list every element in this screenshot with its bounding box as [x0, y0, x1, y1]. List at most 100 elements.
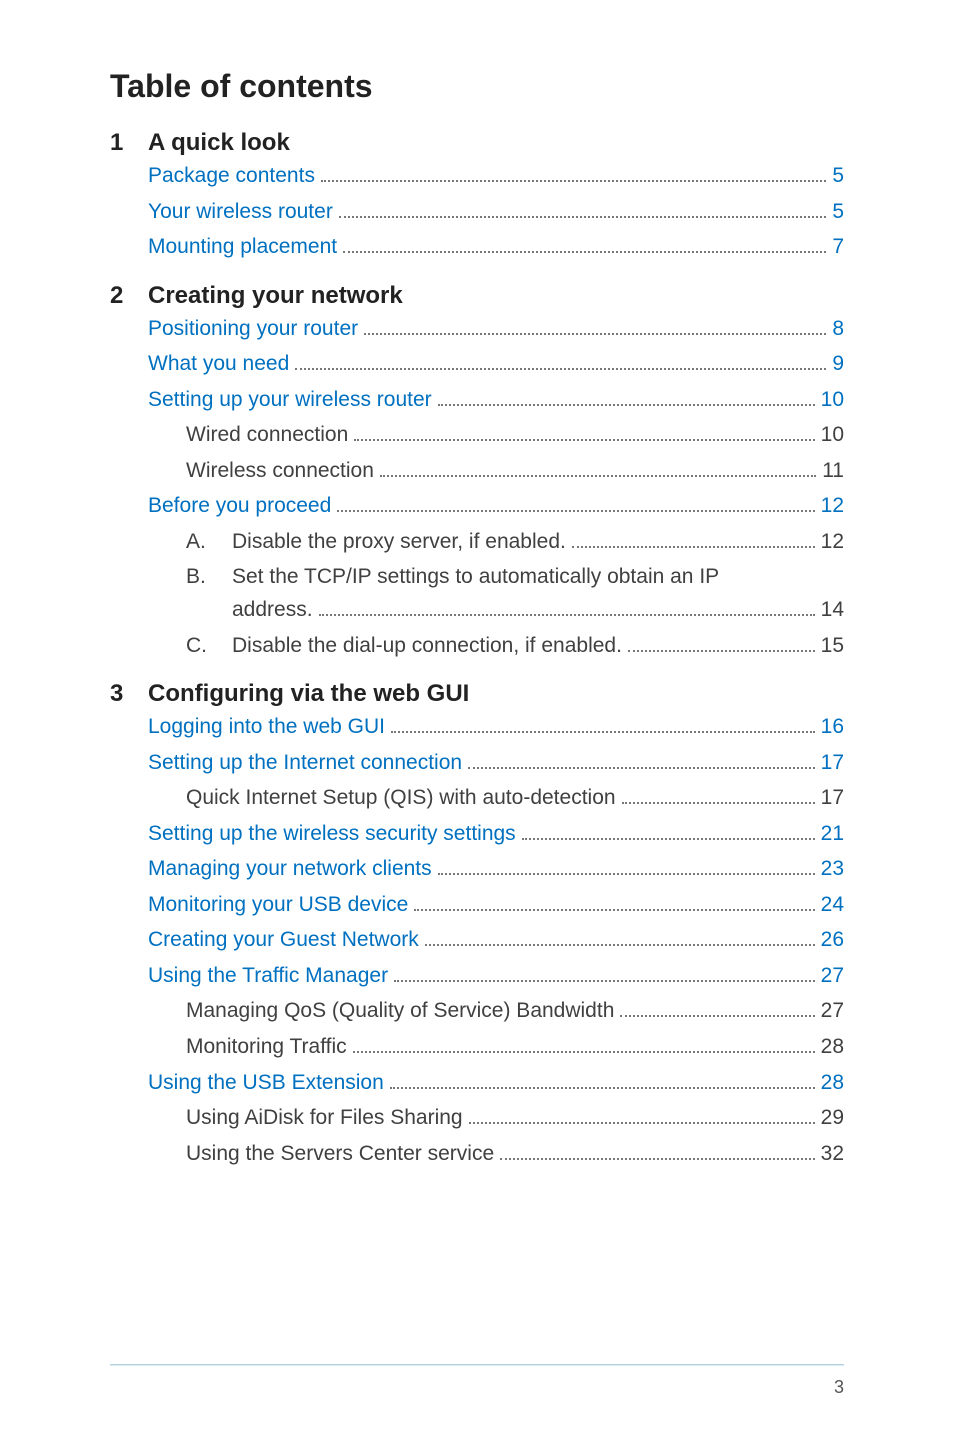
toc-label: Monitoring Traffic: [186, 1031, 347, 1064]
toc-page-number: 14: [821, 594, 844, 627]
toc-entry[interactable]: Monitoring your USB device 24: [110, 889, 844, 922]
toc-label: Disable the proxy server, if enabled.: [232, 526, 566, 559]
toc-leader-dots: [339, 215, 827, 218]
toc-page-number: 12: [821, 490, 844, 523]
toc-page-number: 28: [821, 1031, 844, 1064]
toc-page-number: 17: [821, 782, 844, 815]
toc-label: Using the Traffic Manager: [148, 960, 388, 993]
toc-label: Disable the dial-up connection, if enabl…: [232, 630, 622, 663]
toc-entry: Using AiDisk for Files Sharing 29: [110, 1102, 844, 1135]
toc-page-number: 27: [821, 995, 844, 1028]
toc-leader-dots: [622, 801, 815, 804]
toc-entry: Quick Internet Setup (QIS) with auto-det…: [110, 782, 844, 815]
toc-page-number: 11: [822, 455, 844, 488]
toc-page-number: 29: [821, 1102, 844, 1135]
toc-leader-dots: [364, 332, 826, 335]
toc-page-number: 24: [821, 889, 844, 922]
toc-leader-dots: [628, 649, 815, 652]
toc-entry[interactable]: Mounting placement 7: [110, 231, 844, 264]
toc-page-number: 21: [821, 818, 844, 851]
toc-label: Before you proceed: [148, 490, 331, 523]
toc-entry[interactable]: What you need9: [110, 348, 844, 381]
toc-label: Package contents: [148, 160, 315, 193]
toc-leader-dots: [394, 979, 815, 982]
toc-entry: Wired connection10: [110, 419, 844, 452]
toc-leader-dots: [353, 1050, 815, 1053]
toc-leader-dots: [391, 730, 815, 733]
toc-letter: A.: [186, 526, 232, 559]
toc-label: Quick Internet Setup (QIS) with auto-det…: [186, 782, 616, 815]
toc-entry: Wireless connection 11: [110, 455, 844, 488]
toc-leader-dots: [414, 908, 814, 911]
chapter-number: 2: [110, 282, 148, 310]
chapter-title: Configuring via the web GUI: [148, 680, 469, 708]
toc-label: Managing your network clients: [148, 853, 432, 886]
toc-leader-dots: [343, 250, 826, 253]
toc-letter: C.: [186, 630, 232, 663]
toc-page-number: 10: [821, 419, 844, 452]
toc-page-number: 32: [821, 1138, 844, 1171]
toc-leader-dots: [469, 1121, 815, 1124]
footer-rule: [110, 1364, 844, 1366]
toc-label: Using AiDisk for Files Sharing: [186, 1102, 463, 1135]
toc-entry[interactable]: Before you proceed 12: [110, 490, 844, 523]
toc-leader-dots: [438, 403, 815, 406]
toc-leader-dots: [390, 1086, 815, 1089]
toc-label: Setting up the Internet connection: [148, 747, 462, 780]
toc-label: Your wireless router: [148, 196, 333, 229]
toc-page-number: 28: [821, 1067, 844, 1100]
toc-leader-dots: [319, 613, 815, 616]
toc-label: What you need: [148, 348, 289, 381]
toc-entry: Monitoring Traffic 28: [110, 1031, 844, 1064]
toc-entry[interactable]: Using the Traffic Manager27: [110, 960, 844, 993]
toc-entry[interactable]: Positioning your router 8: [110, 313, 844, 346]
toc-label: Monitoring your USB device: [148, 889, 408, 922]
toc-entry[interactable]: Using the USB Extension 28: [110, 1067, 844, 1100]
toc-page-number: 5: [832, 196, 844, 229]
toc-page-number: 15: [821, 630, 844, 663]
toc-letter-spacer: [186, 594, 232, 627]
toc-leader-dots: [295, 367, 826, 370]
toc-page-number: 16: [821, 711, 844, 744]
toc-entry[interactable]: Your wireless router 5: [110, 196, 844, 229]
toc-entry[interactable]: Setting up the wireless security setting…: [110, 818, 844, 851]
toc-entry[interactable]: Creating your Guest Network 26: [110, 924, 844, 957]
toc-entry[interactable]: Setting up the Internet connection 17: [110, 747, 844, 780]
chapter-title: A quick look: [148, 129, 290, 157]
toc-label: Wireless connection: [186, 455, 374, 488]
toc-leader-dots: [522, 837, 815, 840]
toc-entry: C.Disable the dial-up connection, if ena…: [110, 630, 844, 663]
toc-entry[interactable]: Managing your network clients 23: [110, 853, 844, 886]
toc-label: Using the USB Extension: [148, 1067, 384, 1100]
toc-leader-dots: [354, 438, 814, 441]
toc-page-number: 7: [832, 231, 844, 264]
toc-page-number: 8: [832, 313, 844, 346]
toc-page-number: 26: [821, 924, 844, 957]
toc-page-number: 23: [821, 853, 844, 886]
toc-page-number: 17: [821, 747, 844, 780]
toc-label: Creating your Guest Network: [148, 924, 419, 957]
toc-label: Setting up your wireless router: [148, 384, 432, 417]
toc-entry[interactable]: Logging into the web GUI16: [110, 711, 844, 744]
toc-page-number: 10: [821, 384, 844, 417]
chapter-heading: 3Configuring via the web GUI: [110, 680, 844, 708]
toc-entry: Using the Servers Center service32: [110, 1138, 844, 1171]
toc-letter: B.: [186, 561, 232, 594]
toc-entry: B.Set the TCP/IP settings to automatical…: [110, 561, 844, 626]
toc-leader-dots: [500, 1157, 815, 1160]
toc-leader-dots: [438, 872, 815, 875]
footer-page-number: 3: [834, 1377, 844, 1398]
toc-entry: Managing QoS (Quality of Service) Bandwi…: [110, 995, 844, 1028]
toc-page-number: 12: [821, 526, 844, 559]
toc-entry[interactable]: Setting up your wireless router 10: [110, 384, 844, 417]
toc-label: Mounting placement: [148, 231, 337, 264]
toc-leader-dots: [572, 545, 815, 548]
chapter-number: 3: [110, 680, 148, 708]
toc-leader-dots: [620, 1014, 814, 1017]
toc-label: Managing QoS (Quality of Service) Bandwi…: [186, 995, 614, 1028]
toc-label: Positioning your router: [148, 313, 358, 346]
toc-label: Setting up the wireless security setting…: [148, 818, 516, 851]
toc-entry: A.Disable the proxy server, if enabled. 1…: [110, 526, 844, 559]
toc-entry[interactable]: Package contents5: [110, 160, 844, 193]
chapter-heading: 1A quick look: [110, 129, 844, 157]
